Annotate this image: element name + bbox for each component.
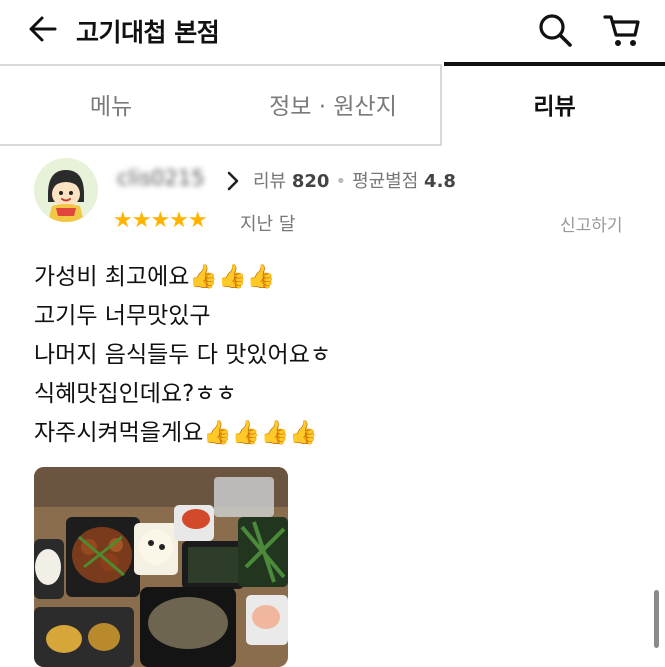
food-photo-image <box>34 467 288 667</box>
avatar-character-icon <box>34 158 98 222</box>
review-line: 나머지 음식들두 다 맛있어요ㅎ <box>34 342 332 368</box>
app-header: 고기대첩 본점 <box>0 0 665 62</box>
avg-rating-label: 평균별점 <box>352 171 419 192</box>
review-count-label: 리뷰 <box>253 171 287 192</box>
review-date: 지난 달 <box>240 214 296 235</box>
separator-dot: • <box>335 171 347 192</box>
scrollbar[interactable] <box>654 590 659 648</box>
reviewer-stats: 리뷰 820 • 평균별점 4.8 <box>253 167 456 193</box>
avatar[interactable] <box>34 158 98 222</box>
avg-rating: 4.8 <box>424 171 456 192</box>
tab-info-origin[interactable]: 정보 · 원산지 <box>222 62 444 146</box>
chevron-right-icon <box>227 171 239 191</box>
reviewer-nickname[interactable]: clis0215 <box>117 166 205 190</box>
star-rating: ★★★★★ <box>113 208 208 233</box>
review-body: 가성비 최고에요👍👍👍 고기두 너무맛있구 나머지 음식들두 다 맛있어요ㅎ 식… <box>34 258 634 453</box>
review-count: 820 <box>291 171 330 192</box>
search-icon <box>539 14 572 47</box>
review-line: 자주시켜먹을게요👍👍👍👍 <box>34 420 318 446</box>
reviewer-profile-link[interactable] <box>224 170 242 192</box>
arrow-left-icon <box>29 16 57 42</box>
review-line: 고기두 너무맛있구 <box>34 303 211 329</box>
review-line: 식혜맛집인데요?ㅎㅎ <box>34 381 237 407</box>
search-button[interactable] <box>537 12 573 48</box>
review-photo[interactable] <box>34 467 288 667</box>
back-button[interactable] <box>28 14 58 44</box>
review-line: 가성비 최고에요👍👍👍 <box>34 264 276 290</box>
report-button[interactable]: 신고하기 <box>560 211 623 236</box>
tab-bar: 메뉴 정보 · 원산지 리뷰 <box>0 62 665 146</box>
cart-icon <box>603 15 640 46</box>
page-title: 고기대첩 본점 <box>76 18 220 47</box>
tab-menu[interactable]: 메뉴 <box>0 62 222 146</box>
review-header: clis0215 리뷰 820 • 평균별점 4.8 ★★★★★ 지난 달 신고하기 <box>0 150 665 240</box>
tab-review[interactable]: 리뷰 <box>444 62 665 146</box>
cart-button[interactable] <box>603 12 641 48</box>
